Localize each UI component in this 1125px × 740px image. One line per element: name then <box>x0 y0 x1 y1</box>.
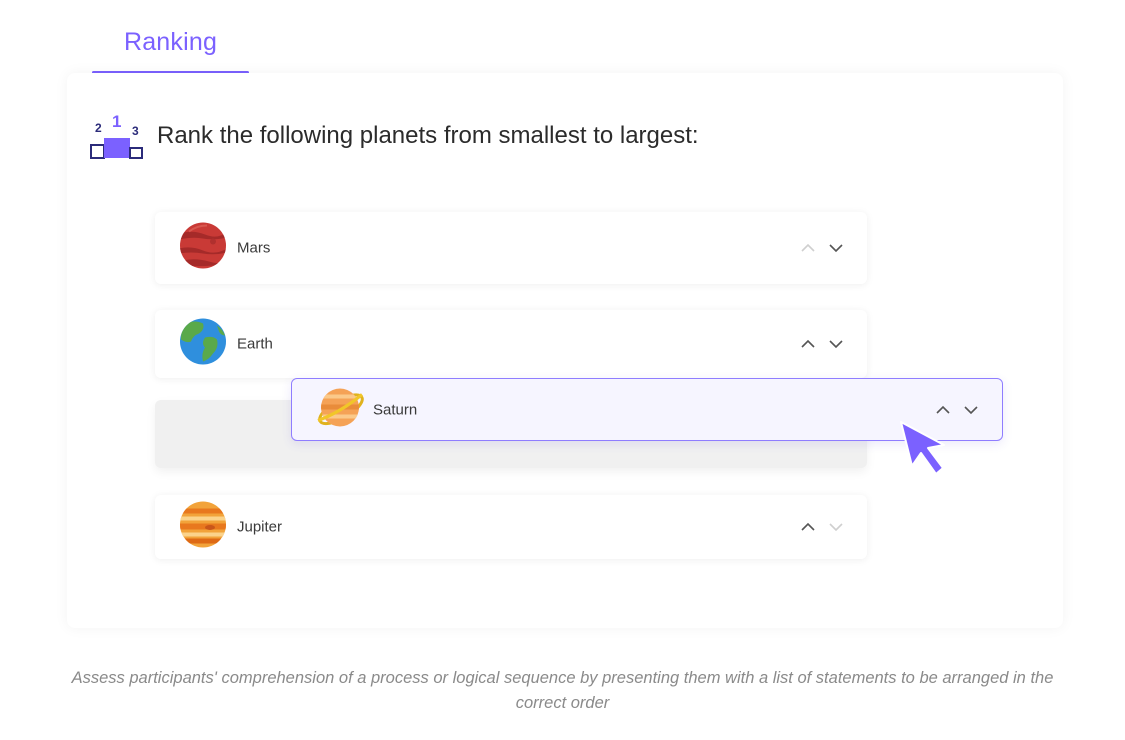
svg-text:3: 3 <box>132 124 139 138</box>
move-down-button[interactable] <box>829 339 843 349</box>
description-caption: Assess participants' comprehension of a … <box>71 669 1054 712</box>
mouse-pointer-icon <box>898 420 950 478</box>
earth-planet-icon <box>179 318 227 371</box>
move-down-button[interactable] <box>829 243 843 253</box>
ranking-item-label: Jupiter <box>237 518 283 536</box>
svg-text:2: 2 <box>95 121 102 135</box>
tab-ranking-label: Ranking <box>123 28 218 56</box>
move-down-button[interactable] <box>829 522 843 532</box>
tab-ranking[interactable]: Ranking <box>92 22 249 74</box>
ranking-item-label: Earth <box>237 335 273 353</box>
ranking-item-mars[interactable]: Mars <box>155 212 867 284</box>
ranking-item-label: Saturn <box>373 401 418 418</box>
move-up-button[interactable] <box>801 522 815 532</box>
move-up-button[interactable] <box>801 339 815 349</box>
move-up-button[interactable] <box>936 405 950 415</box>
question-text: Rank the following planets from smallest… <box>157 122 699 149</box>
podium-icon: 2 1 3 <box>87 110 147 162</box>
ranking-item-label: Mars <box>237 239 271 257</box>
ranking-item-earth[interactable]: Earth <box>155 310 867 378</box>
svg-text:1: 1 <box>112 112 121 131</box>
move-down-button[interactable] <box>964 405 978 415</box>
move-up-button[interactable] <box>801 243 815 253</box>
saturn-planet-icon <box>315 382 365 437</box>
ranking-item-jupiter[interactable]: Jupiter <box>155 495 867 559</box>
ranking-item-saturn-dragging[interactable]: Saturn <box>291 378 1003 441</box>
jupiter-planet-icon <box>179 501 227 554</box>
mars-planet-icon <box>179 222 227 275</box>
